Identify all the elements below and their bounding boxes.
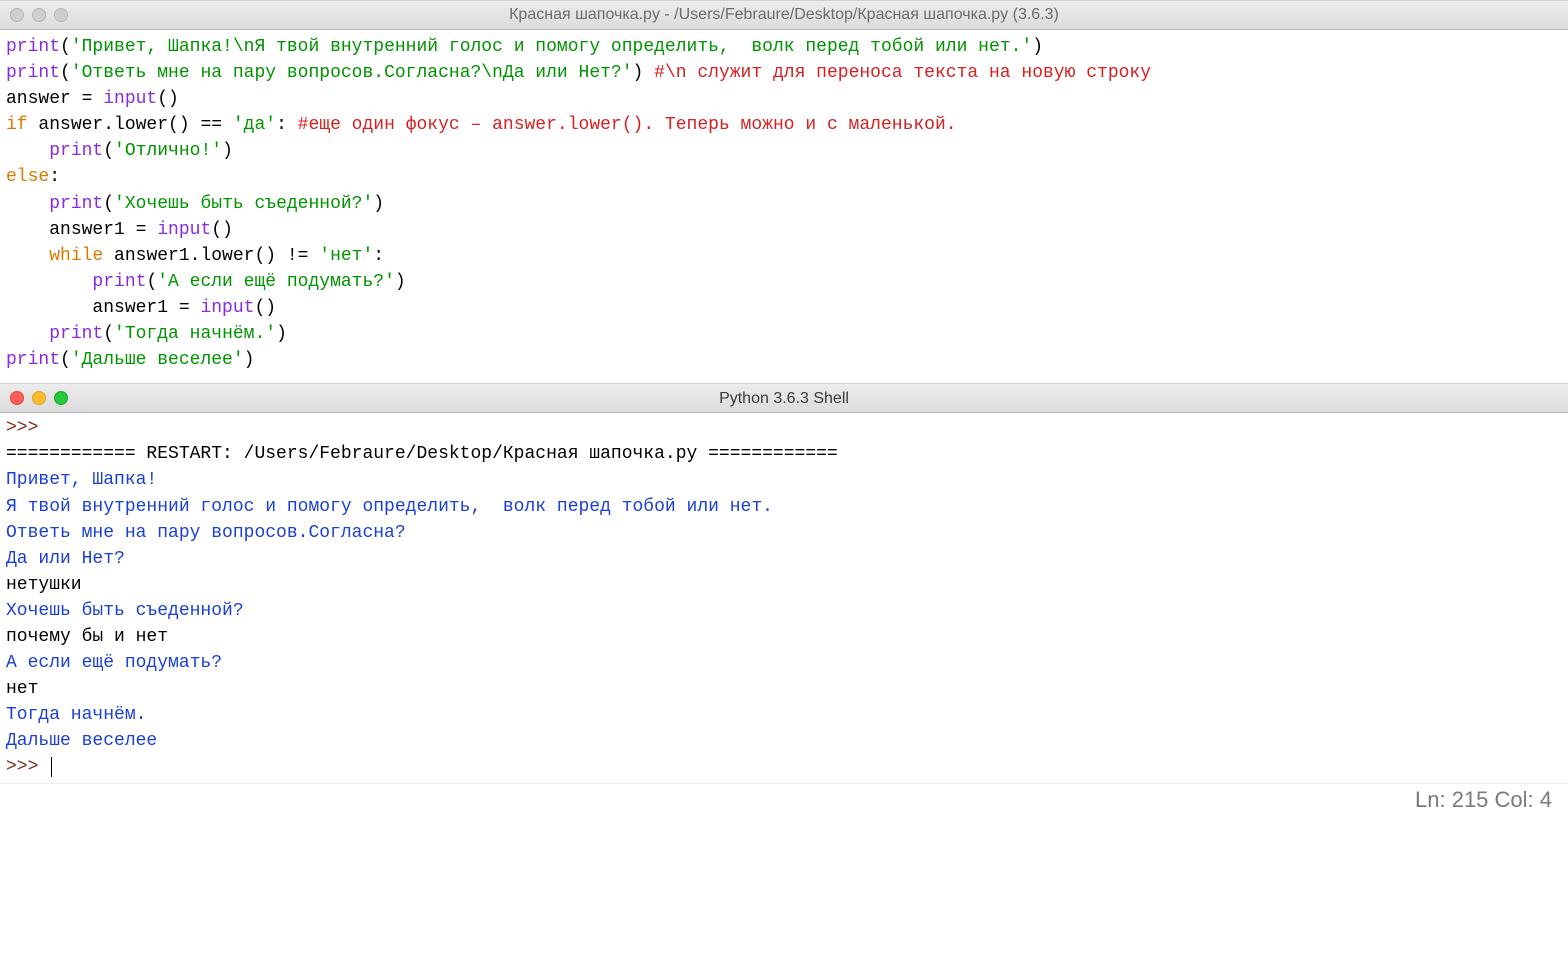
keyword-if: if <box>6 115 28 135</box>
string-literal: 'Привет, Шапка!\nЯ твой внутренний голос… <box>71 37 1032 57</box>
restart-banner: ============ RESTART: /Users/Febraure/De… <box>6 444 838 464</box>
builtin-input: input <box>157 220 211 240</box>
program-output: Да или Нет? <box>6 549 125 569</box>
shell-title: Python 3.6.3 Shell <box>10 387 1558 410</box>
program-output: А если ещё подумать? <box>6 653 222 673</box>
close-icon[interactable] <box>10 8 24 22</box>
editor-window: Красная шапочка.py - /Users/Febraure/Des… <box>0 0 1568 383</box>
builtin-print: print <box>6 350 60 370</box>
shell-prompt: >>> <box>6 757 49 777</box>
comment: #\n служит для переноса текста на новую … <box>654 63 1151 83</box>
string-literal: 'да' <box>233 115 276 135</box>
status-bar: Ln: 215 Col: 4 <box>0 783 1568 818</box>
shell-window: Python 3.6.3 Shell >>> ============ REST… <box>0 383 1568 817</box>
string-literal: 'А если ещё подумать?' <box>157 272 395 292</box>
builtin-print: print <box>49 324 103 344</box>
shell-titlebar[interactable]: Python 3.6.3 Shell <box>0 383 1568 413</box>
builtin-input: input <box>103 89 157 109</box>
window-controls <box>10 8 68 22</box>
editor-title: Красная шапочка.py - /Users/Febraure/Des… <box>10 3 1558 26</box>
builtin-print: print <box>6 63 60 83</box>
builtin-print: print <box>49 194 103 214</box>
window-controls <box>10 391 68 405</box>
close-icon[interactable] <box>10 391 24 405</box>
shell-prompt: >>> <box>6 418 49 438</box>
string-literal: 'Дальше веселее' <box>71 350 244 370</box>
keyword-while: while <box>49 246 103 266</box>
user-input: нетушки <box>6 575 82 595</box>
program-output: Хочешь быть съеденной? <box>6 601 244 621</box>
builtin-print: print <box>49 141 103 161</box>
builtin-input: input <box>200 298 254 318</box>
program-output: Тогда начнём. <box>6 705 146 725</box>
user-input: нет <box>6 679 38 699</box>
minimize-icon[interactable] <box>32 8 46 22</box>
string-literal: 'Ответь мне на пару вопросов.Согласна?\n… <box>71 63 633 83</box>
zoom-icon[interactable] <box>54 8 68 22</box>
program-output: Дальше веселее <box>6 731 157 751</box>
string-literal: 'нет' <box>319 246 373 266</box>
builtin-print: print <box>92 272 146 292</box>
string-literal: 'Хочешь быть съеденной?' <box>114 194 373 214</box>
user-input: почему бы и нет <box>6 627 168 647</box>
cursor-icon <box>51 757 52 777</box>
builtin-print: print <box>6 37 60 57</box>
program-output: Привет, Шапка! <box>6 470 157 490</box>
minimize-icon[interactable] <box>32 391 46 405</box>
shell-output[interactable]: >>> ============ RESTART: /Users/Febraur… <box>0 413 1568 782</box>
comment: #еще один фокус – answer.lower(). Теперь… <box>298 115 957 135</box>
code-editor[interactable]: print('Привет, Шапка!\nЯ твой внутренний… <box>0 30 1568 383</box>
program-output: Ответь мне на пару вопросов.Согласна? <box>6 523 406 543</box>
cursor-position: Ln: 215 Col: 4 <box>1415 787 1552 812</box>
string-literal: 'Тогда начнём.' <box>114 324 276 344</box>
keyword-else: else <box>6 167 49 187</box>
editor-titlebar[interactable]: Красная шапочка.py - /Users/Febraure/Des… <box>0 0 1568 30</box>
zoom-icon[interactable] <box>54 391 68 405</box>
program-output: Я твой внутренний голос и помогу определ… <box>6 497 773 517</box>
string-literal: 'Отлично!' <box>114 141 222 161</box>
